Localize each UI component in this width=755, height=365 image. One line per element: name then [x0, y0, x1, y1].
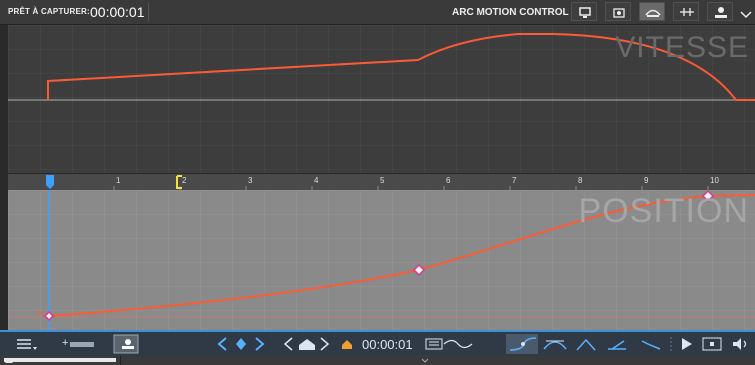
- timeline-scrollbar[interactable]: [0, 356, 755, 365]
- motor-button[interactable]: [707, 2, 733, 21]
- toolbar-divider: [148, 3, 149, 21]
- add-track-button[interactable]: +: [62, 335, 96, 353]
- playhead-handle[interactable]: [46, 175, 54, 189]
- audio-button[interactable]: [731, 335, 751, 353]
- rig-button[interactable]: [639, 2, 665, 21]
- chevron-down-icon: [740, 11, 752, 19]
- speed-graph[interactable]: VITESSE: [8, 25, 755, 173]
- dropdown-button[interactable]: [740, 7, 752, 25]
- timeline-button[interactable]: [673, 2, 699, 21]
- frame-button[interactable]: [424, 335, 474, 353]
- keyframe-nav-icon: [217, 337, 265, 351]
- status-time: 00:00:01: [90, 4, 145, 20]
- preview-icon: [702, 337, 722, 351]
- bottom-toolbar: + 00:00:01: [0, 330, 755, 356]
- menu-button[interactable]: [14, 335, 38, 353]
- position-watermark: POSITION: [578, 192, 749, 230]
- timeline-ruler[interactable]: 1 2 3 4 5 6 7 8 9 10: [8, 173, 755, 191]
- left-gutter: [0, 25, 8, 330]
- camera-icon: [613, 8, 625, 18]
- play-icon: [682, 338, 692, 350]
- curve-bezier-icon: [543, 340, 567, 350]
- svg-text:+: +: [62, 337, 68, 349]
- scrollbar-thumb[interactable]: [4, 358, 116, 362]
- bottom-time: 00:00:01: [362, 337, 413, 352]
- top-toolbar: PRÊT À CAPTURER: 00:00:01 ARC MOTION CON…: [0, 0, 755, 25]
- curve-linear-button[interactable]: [575, 335, 597, 353]
- toolbar-divider-bottom: [670, 337, 672, 351]
- menu-icon: [17, 339, 37, 350]
- scrollbar-divider: [120, 356, 121, 365]
- prev-next-keyframe-button[interactable]: [217, 335, 265, 353]
- app-title: ARC MOTION CONTROL: [452, 7, 569, 18]
- rig-icon: [645, 9, 661, 17]
- curve-bezier-button[interactable]: [542, 335, 568, 353]
- home-nav-icon: [283, 337, 330, 351]
- speaker-icon: [733, 338, 747, 350]
- play-button[interactable]: [680, 335, 694, 353]
- preview-button[interactable]: [702, 335, 722, 353]
- motor-settings-button[interactable]: [113, 334, 139, 354]
- curve-ease-button[interactable]: [606, 335, 628, 353]
- frame-curve-icon: [425, 338, 473, 350]
- curve-step-button[interactable]: [640, 335, 662, 353]
- motor-icon: [715, 7, 727, 18]
- speed-watermark: VITESSE: [615, 31, 749, 64]
- monitor-icon: [579, 7, 591, 18]
- home-marker-button[interactable]: [341, 337, 353, 351]
- curve-ease-icon: [608, 340, 626, 350]
- start-label: Tx: [36, 311, 44, 318]
- home-marker-icon: [342, 340, 352, 349]
- ruler-markers: [46, 175, 709, 190]
- curve-smooth-button[interactable]: [506, 334, 538, 354]
- curve-smooth-icon: [506, 334, 538, 354]
- monitor-button[interactable]: [571, 2, 597, 21]
- camera-button[interactable]: [605, 2, 631, 21]
- scroll-center-icon: [421, 358, 429, 363]
- add-track-icon: +: [62, 337, 94, 349]
- position-graph[interactable]: Tx POSITION: [8, 190, 755, 330]
- status-label: PRÊT À CAPTURER:: [8, 7, 90, 16]
- curve-linear-icon: [576, 338, 596, 351]
- motor-settings-icon: [113, 334, 139, 354]
- timeline-icon: [680, 8, 694, 16]
- curve-step-icon: [641, 340, 661, 350]
- home-nav-button[interactable]: [283, 335, 337, 353]
